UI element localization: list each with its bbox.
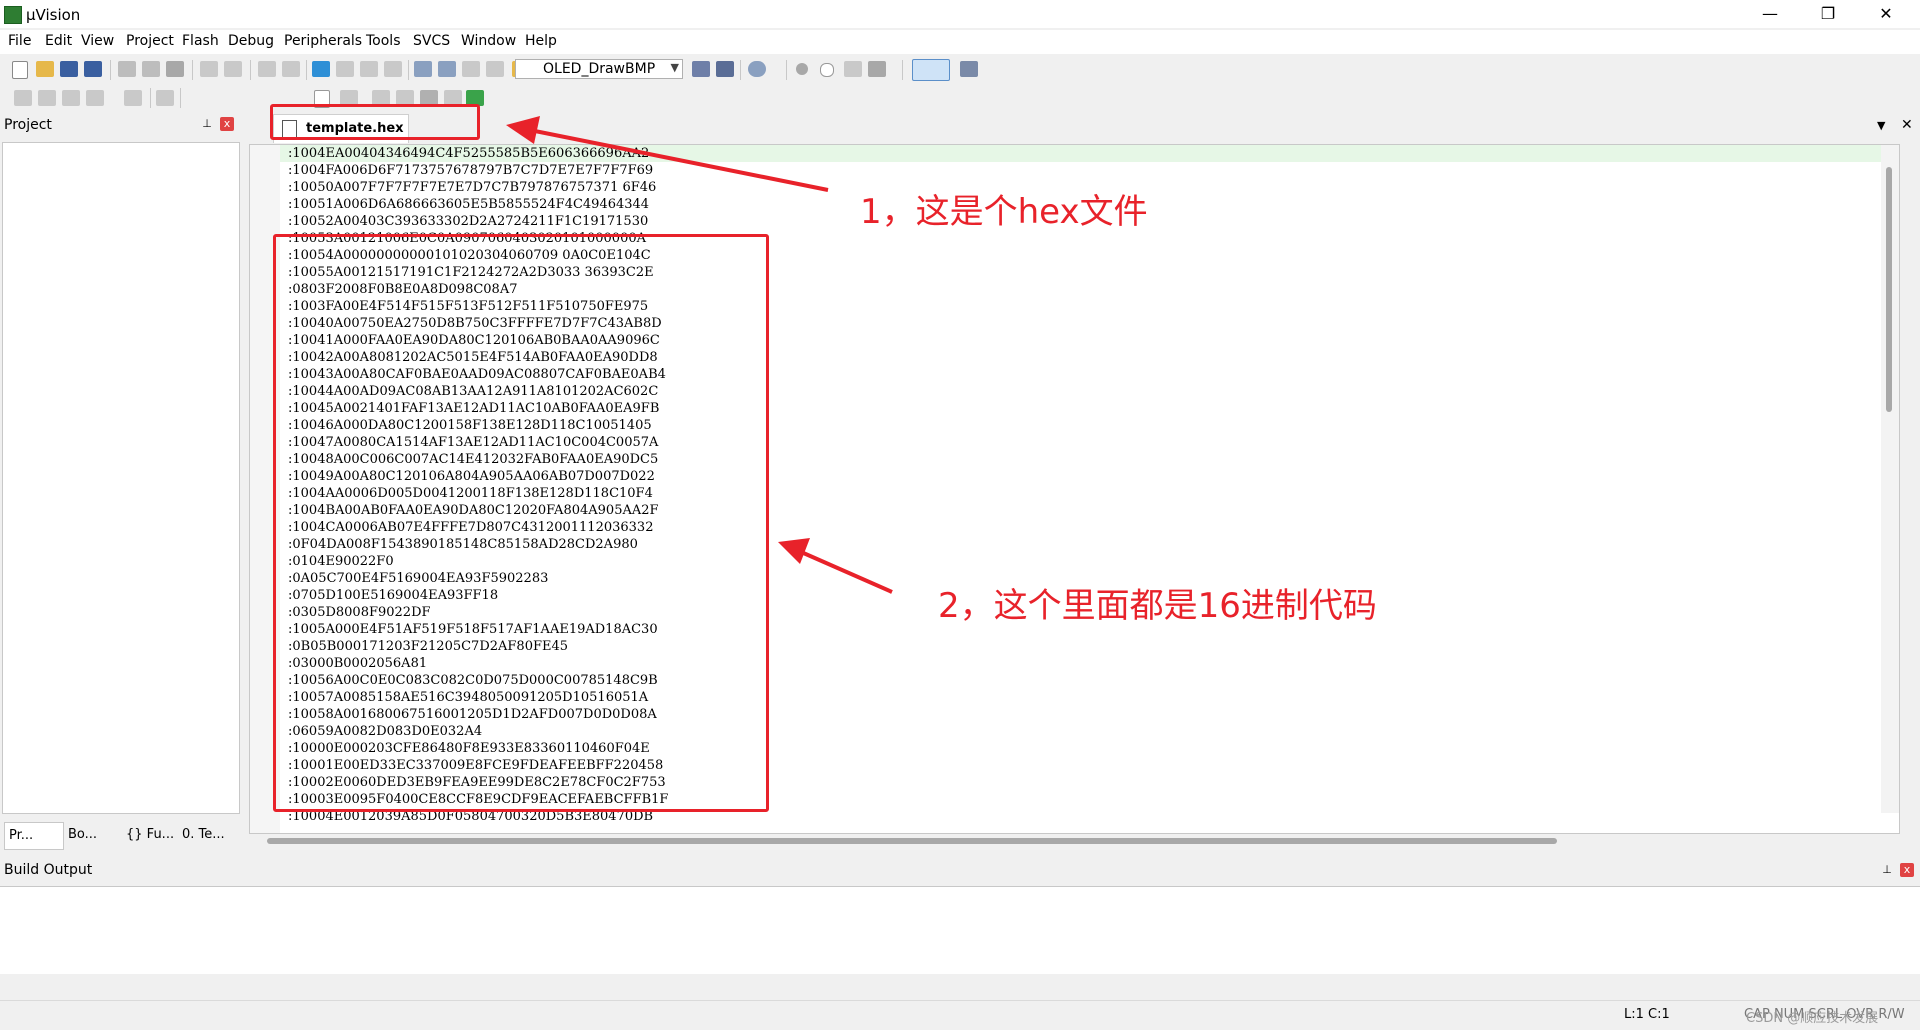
tab-books[interactable]: Bo... <box>64 822 120 848</box>
nav-back-icon[interactable] <box>258 61 276 77</box>
close-tab-icon[interactable]: ✕ <box>1901 117 1913 133</box>
vertical-scrollbar[interactable] <box>1881 145 1899 813</box>
tab-templates[interactable]: 0. Te... <box>178 822 240 848</box>
save-icon[interactable] <box>60 61 78 77</box>
copy-icon[interactable] <box>142 61 160 77</box>
project-title: Project <box>4 117 52 133</box>
menu-svcs[interactable]: SVCS <box>413 33 450 49</box>
new-file-icon[interactable] <box>12 61 28 79</box>
undo-icon[interactable] <box>200 61 218 77</box>
menu-window[interactable]: Window <box>461 33 516 49</box>
window-layout-icon[interactable] <box>912 59 950 81</box>
tab-project[interactable]: Pr... <box>4 822 64 850</box>
comment-icon[interactable] <box>462 61 480 77</box>
pin-icon[interactable]: ⊥ <box>200 117 214 131</box>
breakpoint-icon[interactable] <box>796 63 808 75</box>
batch-build-icon[interactable] <box>86 90 104 106</box>
annotation-note-1: 1，这是个hex文件 <box>860 192 1148 232</box>
menu-bar: File Edit View Project Flash Debug Perip… <box>0 30 1920 54</box>
main-toolbar: OLED_DrawBMP ▼ <box>0 56 1920 84</box>
build-output-scrollbar[interactable] <box>0 974 1920 990</box>
project-tree[interactable] <box>2 142 240 814</box>
build-output-title: Build Output <box>4 862 93 878</box>
menu-tools[interactable]: Tools <box>366 33 401 49</box>
bookmark-icon[interactable] <box>312 61 330 77</box>
open-folder-icon[interactable] <box>36 61 54 77</box>
build-icon[interactable] <box>38 90 56 106</box>
menu-help[interactable]: Help <box>525 33 557 49</box>
clear-bookmarks-icon[interactable] <box>384 61 402 77</box>
download-icon[interactable] <box>156 90 174 106</box>
project-pane: Project ⊥ x <box>0 112 242 852</box>
project-header: Project ⊥ x <box>0 112 242 138</box>
window-title: µVision <box>26 6 81 24</box>
close-window-button[interactable]: ✕ <box>1858 0 1914 28</box>
translate-icon[interactable] <box>14 90 32 106</box>
unindent-icon[interactable] <box>438 61 456 77</box>
watermark: CSDN @顺应技术发展 <box>1746 1011 1879 1026</box>
app-icon <box>4 6 22 24</box>
minimize-button[interactable]: — <box>1742 0 1798 28</box>
hex-line: :1004FA006D6F7173757678797B7C7D7E7E7F7F7… <box>288 163 654 178</box>
close-build-output-button[interactable]: x <box>1900 863 1914 877</box>
tab-functions[interactable]: {} Fu... <box>122 822 178 848</box>
editor-tab-bar: template.hex ▼ ✕ <box>245 110 1920 144</box>
horizontal-scrollbar[interactable] <box>249 834 1900 848</box>
vertical-scroll-thumb[interactable] <box>1886 167 1892 412</box>
target-select-value: OLED_DrawBMP <box>543 61 656 77</box>
menu-flash[interactable]: Flash <box>182 33 219 49</box>
menu-edit[interactable]: Edit <box>45 33 72 49</box>
clear-breakpoints-icon[interactable] <box>844 61 862 77</box>
disable-breakpoint-icon[interactable] <box>820 63 834 77</box>
target-select[interactable]: OLED_DrawBMP ▼ <box>515 59 683 79</box>
wrench-icon[interactable] <box>960 61 978 77</box>
hex-line: :10050A007F7F7F7F7E7E7D7C7B797876757371 … <box>288 180 657 195</box>
redo-icon[interactable] <box>224 61 242 77</box>
paste-icon[interactable] <box>166 61 184 77</box>
menu-debug[interactable]: Debug <box>228 33 274 49</box>
save-all-icon[interactable] <box>84 61 102 77</box>
menu-view[interactable]: View <box>81 33 114 49</box>
annotation-note-2: 2，这个里面都是16进制代码 <box>938 586 1377 626</box>
close-project-pane-button[interactable]: x <box>220 117 234 131</box>
cut-icon[interactable] <box>118 61 136 77</box>
status-bar: L:1 C:1 CAP NUM SCRL OVR R/W CSDN @顺应技术发… <box>0 1000 1920 1030</box>
next-bookmark-icon[interactable] <box>360 61 378 77</box>
kill-breakpoints-icon[interactable] <box>868 61 886 77</box>
nav-forward-icon[interactable] <box>282 61 300 77</box>
hex-line: :1004EA00404346494C4F5255585B5E606366696… <box>288 146 650 161</box>
menu-project[interactable]: Project <box>126 33 174 49</box>
hex-line: :10051A006D6A686663605E5B5855524F4C49464… <box>288 197 650 212</box>
annotation-box-hex <box>273 234 769 812</box>
restore-button[interactable]: ❐ <box>1800 0 1856 28</box>
annotation-box-tab <box>270 104 480 140</box>
zoom-icon[interactable] <box>748 61 766 77</box>
configure-icon[interactable] <box>692 61 710 77</box>
uncomment-icon[interactable] <box>486 61 504 77</box>
debug-settings-icon[interactable] <box>716 61 734 77</box>
tab-list-icon[interactable]: ▼ <box>1877 119 1885 132</box>
menu-file[interactable]: File <box>8 33 31 49</box>
menu-peripherals[interactable]: Peripherals <box>284 33 362 49</box>
cursor-position: L:1 C:1 <box>1624 1007 1670 1022</box>
indent-icon[interactable] <box>414 61 432 77</box>
stop-build-icon[interactable] <box>124 90 142 106</box>
title-bar: µVision — ❐ ✕ <box>0 0 1920 28</box>
hex-line: :10052A00403C393633302D2A2724211F1C19171… <box>288 214 649 229</box>
rebuild-icon[interactable] <box>62 90 80 106</box>
pin-icon[interactable]: ⊥ <box>1880 863 1894 877</box>
chevron-down-icon: ▼ <box>670 61 679 74</box>
prev-bookmark-icon[interactable] <box>336 61 354 77</box>
horizontal-scroll-thumb[interactable] <box>267 838 1557 844</box>
